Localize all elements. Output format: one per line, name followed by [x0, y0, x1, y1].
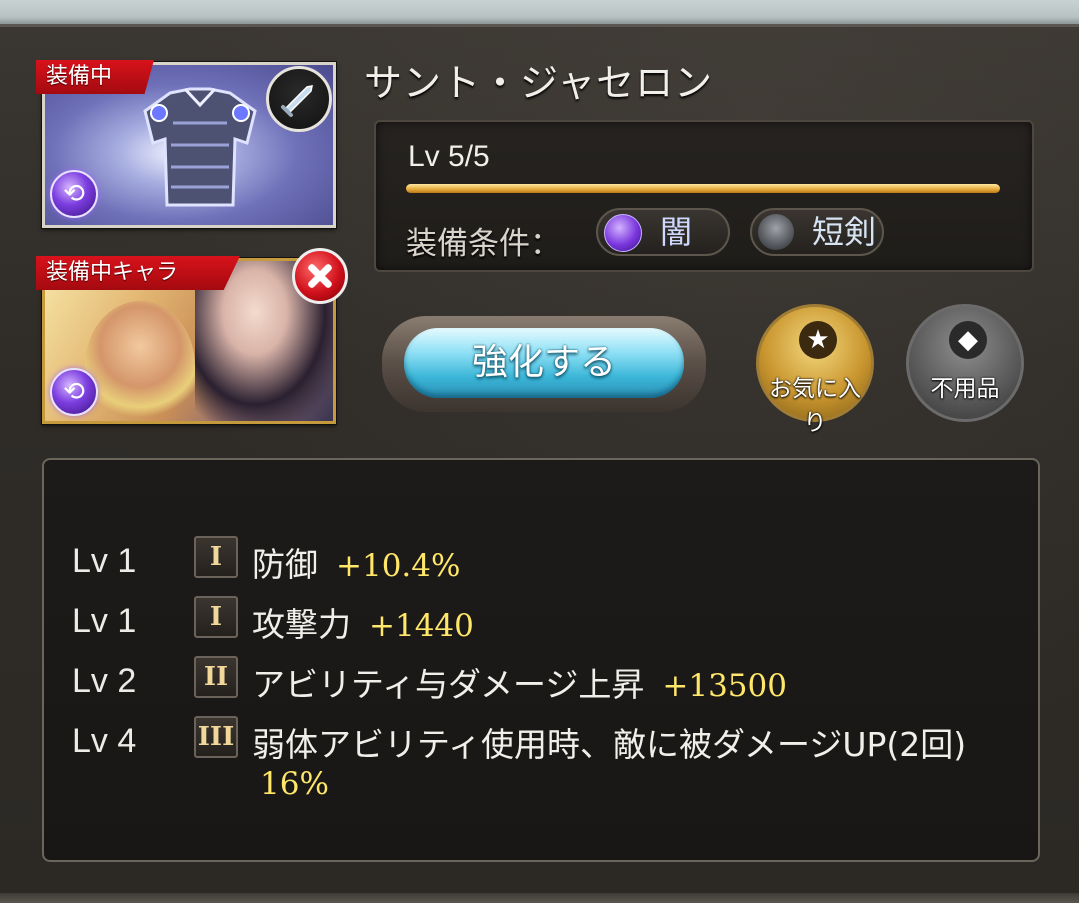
skill-level: Lv 4 [72, 722, 137, 760]
condition-element-text: 闇 [660, 213, 693, 251]
shards-icon: ◆ [949, 321, 987, 359]
skill-tier-badge: I [194, 536, 238, 578]
condition-weapon-pill: 短剣 [750, 208, 884, 256]
character-art-left [85, 301, 195, 421]
dagger-icon [758, 214, 794, 250]
upgrade-button-label: 強化する [404, 328, 684, 398]
skill-name: 攻撃力 [252, 605, 351, 644]
skill-tier-badge: II [194, 656, 238, 698]
level-progress-bar [406, 184, 1000, 193]
level-progress-fill [406, 184, 1000, 193]
skill-row: Lv 4 III 弱体アビリティ使用時、敵に被ダメージUP(2回) 16% [72, 716, 1032, 816]
skill-name-line: 防御 +10.4% [252, 538, 460, 586]
skill-level: Lv 1 [72, 602, 137, 640]
armor-image [143, 87, 257, 207]
skill-name-line: 攻撃力 +1440 [252, 598, 474, 646]
skill-value: +13500 [662, 668, 787, 704]
skill-name-line: アビリティ与ダメージ上昇 +13500 [252, 658, 787, 706]
dark-element-icon: ⟲ [50, 170, 98, 218]
dagger-icon [266, 66, 332, 132]
unequip-close-icon[interactable] [292, 248, 348, 304]
skill-name: アビリティ与ダメージ上昇 [252, 665, 645, 704]
unneeded-label: 不用品 [930, 376, 1000, 402]
dark-element-icon [604, 214, 642, 252]
skill-value: +10.4% [336, 548, 461, 584]
star-icon: ★ [799, 321, 837, 359]
favorite-label: お気に入り [769, 376, 861, 436]
item-level: Lv 5/5 [408, 140, 490, 173]
bottom-strip [0, 893, 1079, 903]
dark-element-icon: ⟲ [50, 368, 98, 416]
skill-level: Lv 1 [72, 542, 137, 580]
skill-value: 16% [260, 766, 329, 802]
equip-condition-label: 装備条件： [406, 226, 561, 262]
favorite-button[interactable]: ★ お気に入り [756, 304, 874, 436]
condition-element-pill: 闇 [596, 208, 730, 256]
skill-tier-badge: I [194, 596, 238, 638]
skill-name: 防御 [252, 545, 318, 584]
top-strip [0, 0, 1079, 24]
skill-tier-badge: III [194, 716, 238, 758]
item-info-box: Lv 5/5 装備条件： 闇 短剣 [374, 120, 1034, 272]
condition-weapon-text: 短剣 [812, 213, 877, 251]
skill-name: 弱体アビリティ使用時、敵に被ダメージUP(2回) [252, 725, 967, 764]
item-name: サント・ジャセロン [364, 61, 714, 105]
equipped-character-badge: 装備中キャラ [36, 256, 240, 290]
skill-level: Lv 2 [72, 662, 137, 700]
upgrade-button[interactable]: 強化する [382, 316, 706, 412]
skills-box: Lv 1 I 防御 +10.4% Lv 1 I 攻撃力 +1440 Lv 2 II … [42, 458, 1040, 862]
unneeded-button[interactable]: ◆ 不用品 [906, 304, 1024, 422]
skill-value: +1440 [369, 608, 474, 644]
equipped-badge: 装備中 [36, 60, 154, 94]
